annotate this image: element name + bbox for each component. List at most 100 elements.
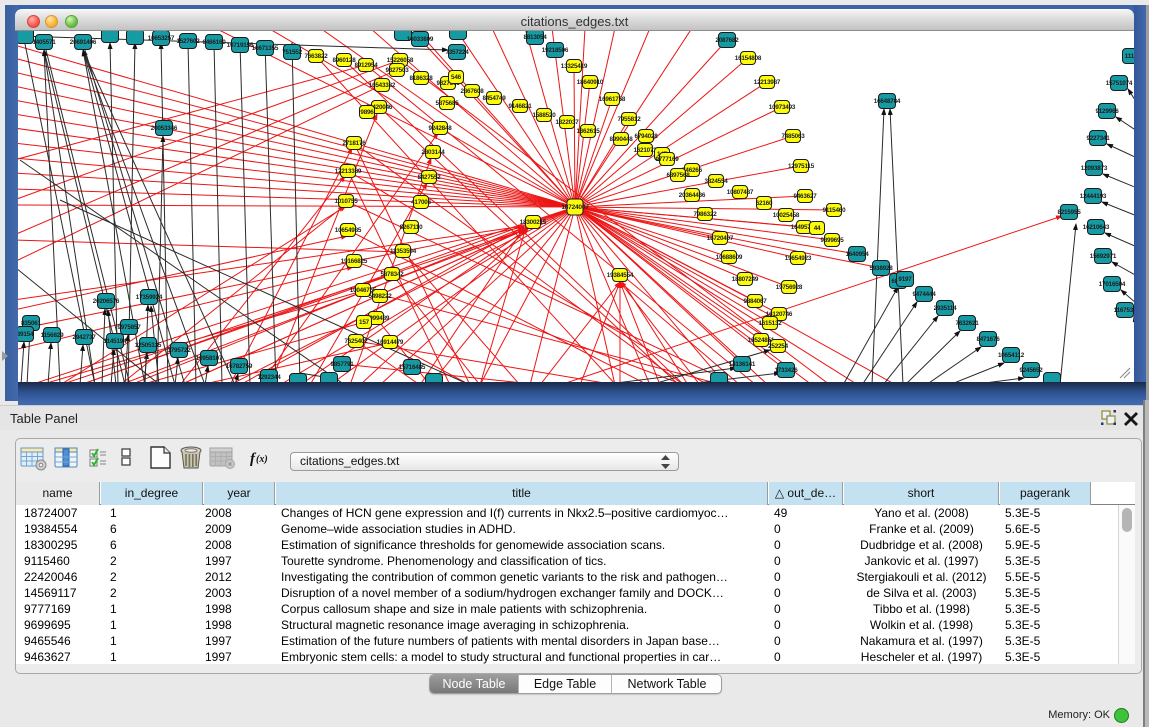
svg-text:7986322: 7986322 <box>693 211 717 218</box>
svg-text:12213389: 12213389 <box>335 168 362 175</box>
svg-text:10973493: 10973493 <box>769 104 796 111</box>
svg-text:1795722: 1795722 <box>167 347 191 354</box>
svg-text:15692971: 15692971 <box>1090 253 1117 260</box>
svg-text:16033809: 16033809 <box>407 36 434 43</box>
svg-text:10653257: 10653257 <box>148 35 175 42</box>
svg-text:12093873: 12093873 <box>1081 165 1108 172</box>
svg-text:19384554: 19384554 <box>607 272 634 279</box>
svg-text:9327503: 9327503 <box>385 67 409 74</box>
svg-text:11353594: 11353594 <box>390 248 417 255</box>
svg-text:17359924: 17359924 <box>136 294 163 301</box>
svg-text:18807249: 18807249 <box>732 276 759 283</box>
svg-text:9115460: 9115460 <box>823 207 846 214</box>
svg-text:2087682: 2087682 <box>715 37 739 44</box>
svg-text:5938928: 5938928 <box>869 265 893 272</box>
svg-text:10025458: 10025458 <box>773 212 800 219</box>
svg-text:13325419: 13325419 <box>561 63 588 70</box>
svg-text:9777169: 9777169 <box>655 156 679 163</box>
svg-text:15716485: 15716485 <box>399 364 426 371</box>
svg-text:1615132: 1615132 <box>758 320 782 327</box>
svg-text:19166825: 19166825 <box>341 258 368 265</box>
svg-text:9899695: 9899695 <box>820 237 844 244</box>
svg-text:9146821: 9146821 <box>508 103 532 110</box>
svg-text:10719155: 10719155 <box>227 42 254 49</box>
svg-text:9245652: 9245652 <box>1019 367 1043 374</box>
svg-text:8267110: 8267110 <box>400 224 423 231</box>
svg-text:9857791: 9857791 <box>330 361 354 368</box>
svg-text:6897568: 6897568 <box>666 172 690 179</box>
svg-text:18300215: 18300215 <box>520 219 547 226</box>
svg-text:10958107: 10958107 <box>196 355 223 362</box>
svg-text:1640954: 1640954 <box>845 251 869 258</box>
svg-text:5875685: 5875685 <box>435 100 459 107</box>
svg-text:16914479: 16914479 <box>377 339 404 346</box>
svg-text:1405571: 1405571 <box>32 39 56 46</box>
svg-text:16961758: 16961758 <box>599 96 626 103</box>
svg-text:7485063: 7485063 <box>781 133 805 140</box>
svg-text:19756928: 19756928 <box>776 284 803 291</box>
svg-text:(x): (x) <box>256 454 268 465</box>
svg-text:12975115: 12975115 <box>788 163 815 170</box>
svg-text:12213987: 12213987 <box>754 79 781 86</box>
svg-text:12444193: 12444193 <box>1080 193 1107 200</box>
svg-text:16543382: 16543382 <box>369 82 396 89</box>
svg-text:6466160: 6466160 <box>202 39 226 46</box>
svg-text:17016504: 17016504 <box>1099 281 1126 288</box>
svg-text:1010755: 1010755 <box>334 198 358 205</box>
svg-text:9896: 9896 <box>360 109 374 116</box>
svg-text:1733426: 1733426 <box>774 367 798 374</box>
svg-text:546: 546 <box>451 74 462 81</box>
svg-text:20053346: 20053346 <box>151 125 178 132</box>
svg-text:1292344: 1292344 <box>257 374 281 381</box>
svg-text:2942737: 2942737 <box>72 334 96 341</box>
svg-text:16210643: 16210643 <box>1083 224 1110 231</box>
svg-text:18724007: 18724007 <box>561 204 589 211</box>
svg-text:2935114: 2935114 <box>934 305 957 312</box>
svg-text:1112: 1112 <box>1125 53 1134 60</box>
svg-text:8960128: 8960128 <box>332 57 356 64</box>
svg-text:6794028: 6794028 <box>634 133 658 140</box>
svg-text:1588520: 1588520 <box>532 112 556 119</box>
svg-text:8912954: 8912954 <box>354 62 378 69</box>
svg-text:751552: 751552 <box>282 49 303 56</box>
svg-text:2803144: 2803144 <box>421 149 445 156</box>
svg-text:7663822: 7663822 <box>304 53 328 60</box>
svg-text:9242848: 9242848 <box>428 125 452 132</box>
svg-text:2867608: 2867608 <box>460 88 484 95</box>
svg-text:20691406: 20691406 <box>70 39 97 46</box>
svg-text:16154808: 16154808 <box>735 55 762 62</box>
svg-text:10654985: 10654985 <box>335 227 362 234</box>
svg-text:9884067: 9884067 <box>743 298 767 305</box>
svg-text:19654923: 19654923 <box>785 255 812 262</box>
svg-text:7357224: 7357224 <box>445 49 469 56</box>
svg-text:2718176: 2718176 <box>342 140 366 147</box>
svg-text:8990448: 8990448 <box>609 136 633 143</box>
svg-text:7955812: 7955812 <box>617 116 641 123</box>
svg-text:18640910: 18640910 <box>577 79 604 86</box>
svg-text:19218506: 19218506 <box>542 47 569 54</box>
svg-text:5498222: 5498222 <box>368 293 392 300</box>
svg-text:1362615: 1362615 <box>576 128 600 135</box>
svg-text:1621072: 1621072 <box>633 147 657 154</box>
svg-text:16782759: 16782759 <box>226 363 253 370</box>
svg-text:10654112: 10654112 <box>998 352 1025 359</box>
svg-text:8454749: 8454749 <box>482 95 506 102</box>
svg-text:1527602: 1527602 <box>176 38 200 45</box>
svg-text:417006: 417006 <box>411 199 432 206</box>
svg-text:8186328: 8186328 <box>409 75 433 82</box>
svg-text:44: 44 <box>814 225 821 232</box>
svg-text:8215955: 8215955 <box>1057 209 1081 216</box>
svg-text:9463627: 9463627 <box>793 193 817 200</box>
svg-text:8471676: 8471676 <box>976 336 1000 343</box>
svg-text:20206576: 20206576 <box>93 298 120 305</box>
svg-text:20364436: 20364436 <box>679 192 706 199</box>
svg-text:7625402: 7625402 <box>344 338 368 345</box>
svg-text:14136141: 14136141 <box>729 361 756 368</box>
svg-text:1145194: 1145194 <box>104 338 127 345</box>
svg-text:1167533: 1167533 <box>1114 307 1134 314</box>
svg-text:5878342: 5878342 <box>380 271 404 278</box>
svg-text:9197: 9197 <box>898 276 912 283</box>
svg-text:9129966: 9129966 <box>1095 108 1119 115</box>
svg-text:1156829: 1156829 <box>41 332 64 339</box>
svg-text:8813054: 8813054 <box>523 34 547 41</box>
